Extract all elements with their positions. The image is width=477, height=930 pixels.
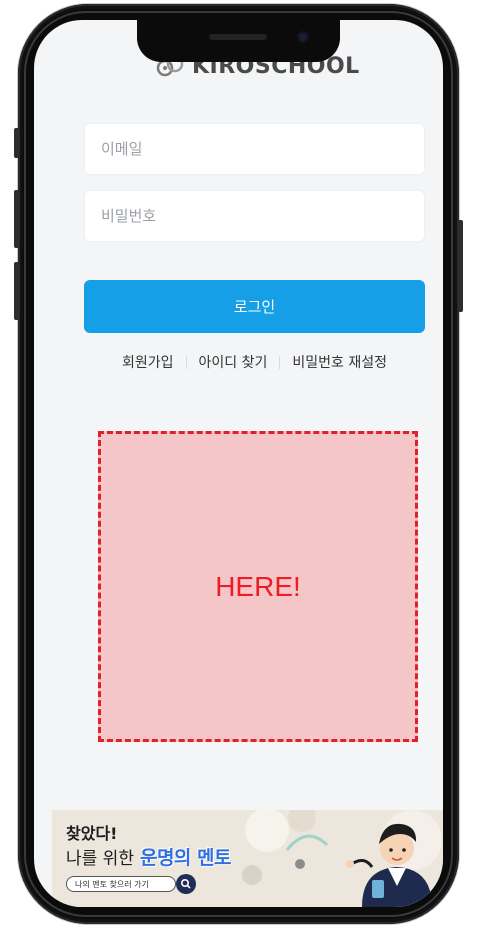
password-input[interactable]	[99, 206, 410, 226]
link-divider	[279, 355, 281, 369]
reset-password-link[interactable]: 비밀번호 재설정	[292, 352, 387, 372]
search-icon[interactable]	[176, 874, 196, 894]
banner-headline: 찾았다!	[66, 824, 118, 843]
power-button	[458, 220, 463, 312]
banner-highlight: 운명의 멘토	[139, 847, 232, 869]
find-id-link[interactable]: 아이디 찾기	[199, 352, 268, 372]
phone-screen: KIROSCHOOL 로그인 회원가입 아이디 찾기 비밀번호 재설정 HERE…	[34, 20, 443, 907]
find-mentor-label: 나의 멘토 찾으러 가기	[75, 879, 149, 889]
volume-down-button	[14, 262, 19, 320]
banner-subheadline-prefix: 나를 위한	[66, 849, 134, 869]
mentor-banner[interactable]: 찾았다! 나를 위한 운명의 멘토 나의 멘토 찾으러 가기	[52, 810, 443, 907]
password-field[interactable]	[84, 190, 425, 242]
notch	[137, 20, 340, 62]
login-button-label: 로그인	[233, 298, 276, 316]
auth-links: 회원가입 아이디 찾기 비밀번호 재설정	[84, 352, 425, 372]
placeholder-area: HERE!	[98, 431, 418, 742]
email-field[interactable]	[84, 123, 425, 175]
email-input[interactable]	[99, 139, 410, 159]
speaker-grille	[209, 34, 267, 40]
volume-up-button	[14, 190, 19, 248]
mentor-illustration-icon	[346, 823, 432, 907]
placeholder-label: HERE!	[215, 570, 301, 602]
signup-link[interactable]: 회원가입	[122, 352, 174, 372]
banner-subheadline: 나를 위한 운명의 멘토	[66, 843, 231, 870]
mute-switch	[14, 128, 19, 158]
front-camera-icon	[297, 31, 309, 43]
login-button[interactable]: 로그인	[84, 280, 425, 333]
link-divider	[185, 355, 187, 369]
find-mentor-pill[interactable]: 나의 멘토 찾으러 가기	[66, 876, 176, 892]
